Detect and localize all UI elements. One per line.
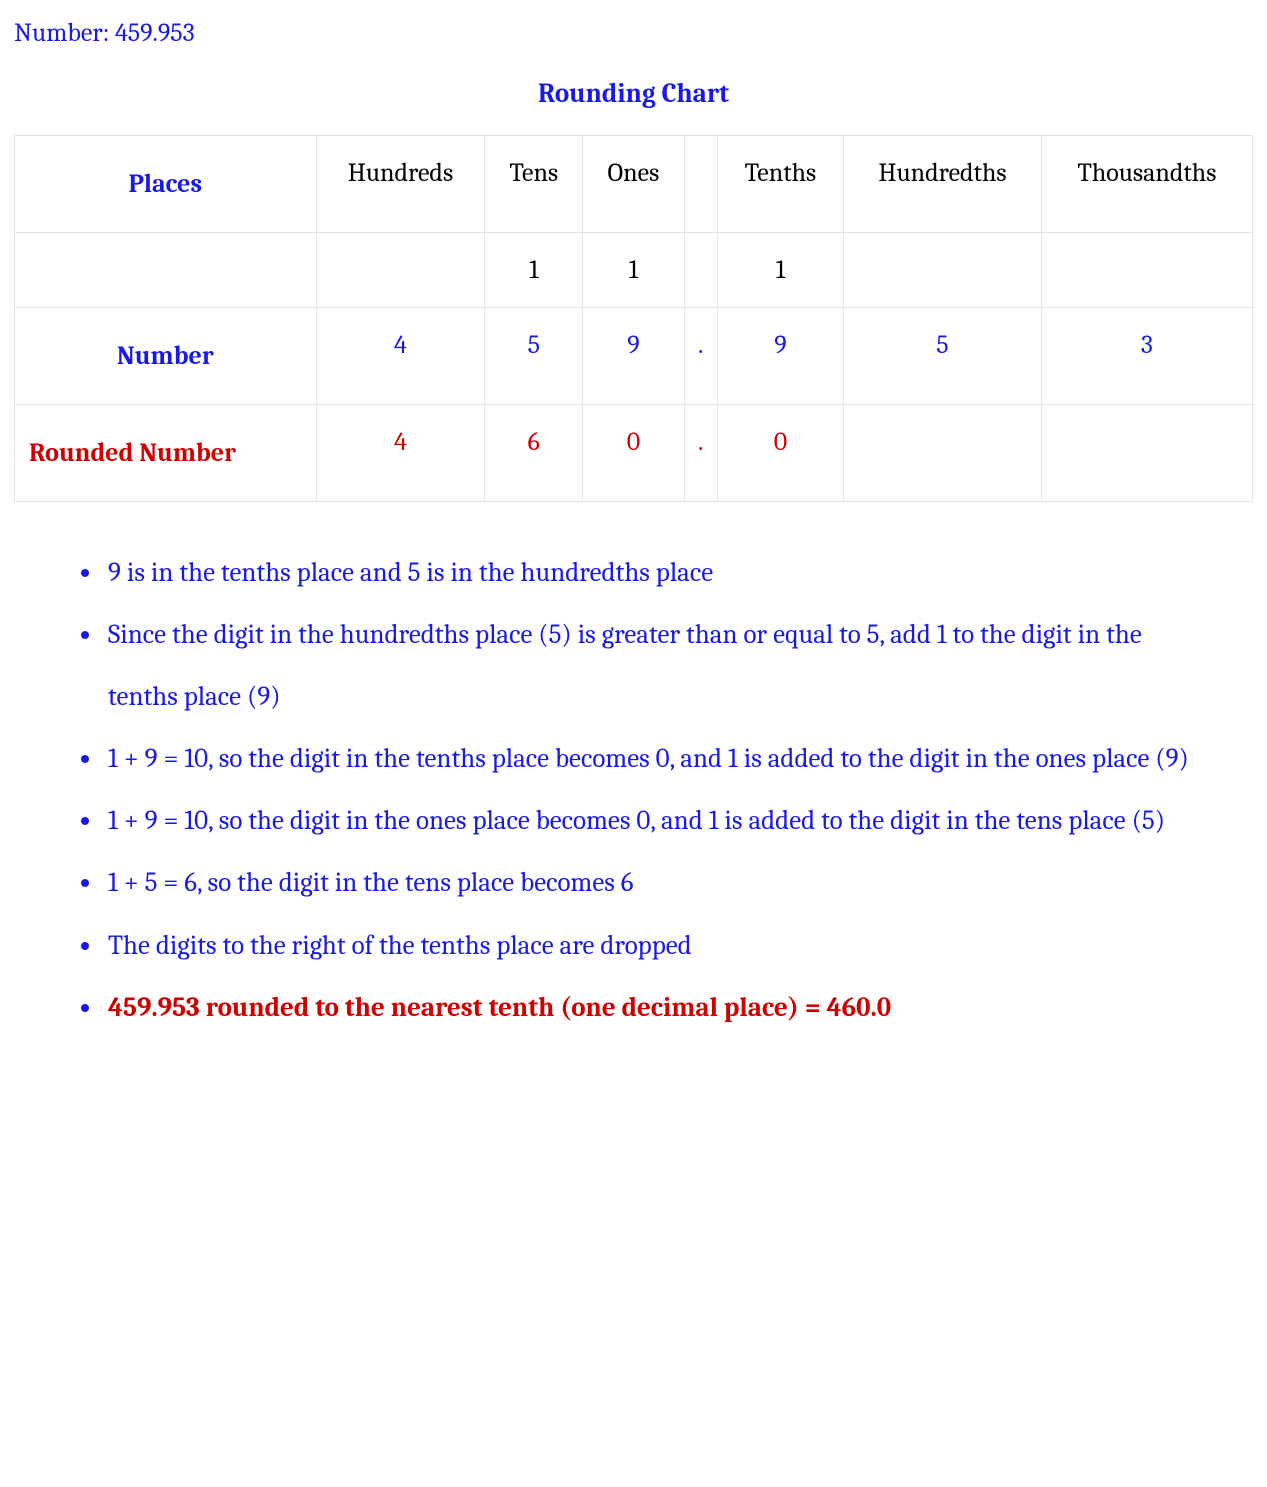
cell-carry-tens: 1 — [485, 233, 583, 308]
list-item: 1 + 9 = 10, so the digit in the tenths p… — [104, 728, 1213, 790]
cell-dot — [684, 233, 717, 308]
cell-tens-header: Tens — [485, 136, 583, 233]
cell-number-ones: 9 — [583, 308, 684, 405]
rounded-row-label: Rounded Number — [15, 405, 317, 502]
cell-rounded-ones: 0 — [583, 405, 684, 502]
list-item-result: 459.953 rounded to the nearest tenth (on… — [104, 977, 1213, 1039]
cell-tenths-header: Tenths — [717, 136, 844, 233]
cell-carry-hundredths — [844, 233, 1042, 308]
table-row: Places Hundreds Tens Ones Tenths Hundred… — [15, 136, 1253, 233]
list-item: 1 + 5 = 6, so the digit in the tens plac… — [104, 852, 1213, 914]
cell-dot — [684, 136, 717, 233]
cell-hundredths-header: Hundredths — [844, 136, 1042, 233]
cell-carry-tenths: 1 — [717, 233, 844, 308]
table-row: Rounded Number 4 6 0 . 0 — [15, 405, 1253, 502]
cell-rounded-tens: 6 — [485, 405, 583, 502]
cell-rounded-thousandths — [1041, 405, 1252, 502]
cell-carry-ones: 1 — [583, 233, 684, 308]
list-item: 9 is in the tenths place and 5 is in the… — [104, 542, 1213, 604]
cell-ones-header: Ones — [583, 136, 684, 233]
carry-row-label — [15, 233, 317, 308]
table-row: Number 4 5 9 . 9 5 3 — [15, 308, 1253, 405]
rounding-table: Places Hundreds Tens Ones Tenths Hundred… — [14, 135, 1253, 502]
chart-title: Rounding Chart — [14, 78, 1253, 109]
cell-number-tens: 5 — [485, 308, 583, 405]
cell-number-hundredths: 5 — [844, 308, 1042, 405]
explanation-list: 9 is in the tenths place and 5 is in the… — [14, 542, 1253, 1039]
places-label: Places — [15, 136, 317, 233]
cell-carry-thousandths — [1041, 233, 1252, 308]
table-row: 1 1 1 — [15, 233, 1253, 308]
cell-thousandths-header: Thousandths — [1041, 136, 1252, 233]
cell-number-thousandths: 3 — [1041, 308, 1252, 405]
list-item: Since the digit in the hundredths place … — [104, 604, 1213, 728]
cell-rounded-tenths: 0 — [717, 405, 844, 502]
cell-number-tenths: 9 — [717, 308, 844, 405]
cell-dot: . — [684, 308, 717, 405]
cell-rounded-hundreds: 4 — [316, 405, 485, 502]
cell-carry-hundreds — [316, 233, 485, 308]
cell-hundreds-header: Hundreds — [316, 136, 485, 233]
number-heading: Number: 459.953 — [14, 18, 1253, 48]
number-row-label: Number — [15, 308, 317, 405]
cell-dot: . — [684, 405, 717, 502]
cell-rounded-hundredths — [844, 405, 1042, 502]
list-item: The digits to the right of the tenths pl… — [104, 915, 1213, 977]
cell-number-hundreds: 4 — [316, 308, 485, 405]
list-item: 1 + 9 = 10, so the digit in the ones pla… — [104, 790, 1213, 852]
